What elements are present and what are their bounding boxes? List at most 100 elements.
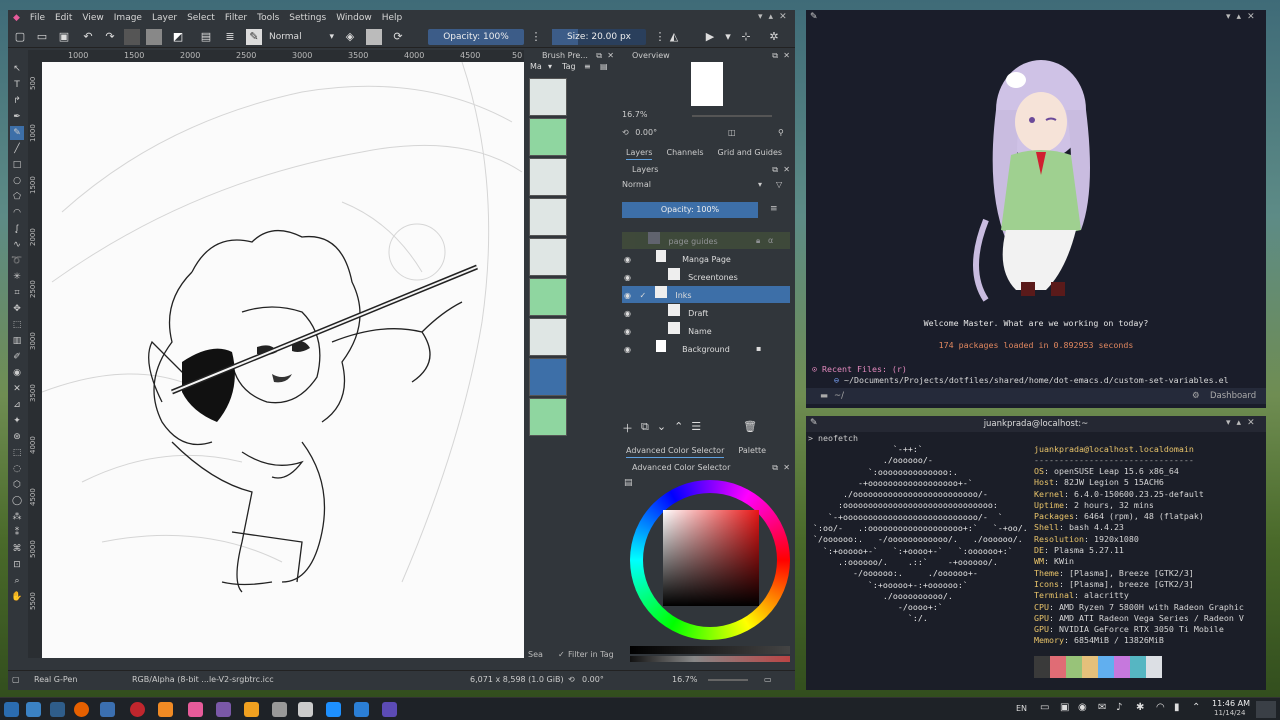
brush-preset[interactable] [529, 158, 567, 196]
open-folder-icon[interactable]: ▭ [34, 29, 50, 45]
app-red-icon[interactable] [130, 702, 145, 717]
alpha-lock-icon[interactable] [366, 29, 382, 45]
calligraphy-icon[interactable]: ✒ [10, 110, 24, 124]
printer-icon[interactable]: ▭ [1040, 702, 1049, 713]
text-tool-icon[interactable]: T [10, 78, 24, 92]
gradient-swatch[interactable] [124, 29, 140, 45]
zoom-tool-icon[interactable]: ⌕ [10, 574, 24, 588]
brush-search-input[interactable]: Sea [528, 650, 543, 659]
keyboard-layout[interactable]: EN [1016, 704, 1027, 713]
move-down-icon[interactable]: ⌄ [657, 420, 666, 434]
filter-icon[interactable]: ▽ [776, 180, 782, 189]
fill-icon[interactable]: ▤ [198, 29, 214, 45]
select-contiguous-icon[interactable]: ⁂ [10, 510, 24, 524]
mirror-vertical-icon[interactable]: ▶ [702, 29, 718, 45]
firefox-icon[interactable] [74, 702, 89, 717]
close-icon[interactable]: ✕ [783, 164, 790, 176]
select-bezier-icon[interactable]: ⌘ [10, 542, 24, 556]
menu-item[interactable]: Settings [284, 13, 331, 23]
wifi-icon[interactable]: ◠ [1156, 702, 1165, 713]
blend-mode-select[interactable]: Normal ▾ [266, 30, 336, 44]
color-history-bar[interactable] [630, 646, 790, 654]
tag-icon[interactable]: ▾ [548, 62, 552, 71]
rotation-value[interactable]: 0.00° [635, 128, 657, 137]
freehand-path-icon[interactable]: ∿ [10, 238, 24, 252]
menu-item[interactable]: Help [377, 13, 408, 23]
select-ellipse-icon[interactable]: ◌ [10, 462, 24, 476]
tab-layers[interactable]: Layers [626, 148, 653, 160]
bluetooth-icon[interactable]: ✱ [1136, 702, 1144, 713]
duplicate-layer-icon[interactable]: ⧉ [641, 420, 649, 434]
terminal-task-icon[interactable] [382, 702, 397, 717]
status-zoom-slider[interactable] [708, 679, 748, 681]
opacity-spin-icon[interactable]: ⋮ [528, 29, 544, 45]
brush-preset[interactable] [529, 198, 567, 236]
color-picker-icon[interactable]: ✐ [10, 350, 24, 364]
pan-tool-icon[interactable]: ✋ [10, 590, 24, 604]
brush-filter-select[interactable]: Ma [530, 62, 542, 71]
select-similar-icon[interactable]: ⁑ [10, 526, 24, 540]
float-icon[interactable]: ⧉ [772, 164, 778, 176]
save-icon[interactable]: ▣ [56, 29, 72, 45]
menu-item[interactable]: File [25, 13, 50, 23]
maximize-icon[interactable]: ▴ [1237, 12, 1242, 22]
gradient-tool-icon[interactable]: ▥ [10, 334, 24, 348]
tab-grid-guides[interactable]: Grid and Guides [718, 148, 783, 160]
saturation-value-square[interactable] [663, 510, 759, 606]
menu-icon[interactable]: ≡ [584, 62, 591, 71]
expand-tray-icon[interactable]: ⌃ [1192, 702, 1200, 713]
tab-palette[interactable]: Palette [738, 446, 766, 458]
status-color-space[interactable]: RGB/Alpha (8-bit ...le-V2-srgbtrc.icc [132, 675, 274, 684]
menu-item[interactable]: Image [109, 13, 147, 23]
recent-file-item[interactable]: ⊖ ~/Documents/Projects/dotfiles/shared/h… [834, 375, 1229, 386]
menu-item[interactable]: Filter [220, 13, 252, 23]
layer-row[interactable]: ◉ Background ▪ [622, 340, 790, 357]
brush-preset-icon[interactable]: ✎ [246, 29, 262, 45]
measure-tool-icon[interactable]: ⊿ [10, 398, 24, 412]
checkbox-icon[interactable]: ✓ [558, 650, 565, 659]
select-polygon-icon[interactable]: ⬡ [10, 478, 24, 492]
select-shape-icon[interactable]: ↖ [10, 62, 24, 76]
tab-advanced-color[interactable]: Advanced Color Selector [626, 446, 725, 458]
brush-preset[interactable] [529, 78, 567, 116]
lock-icon[interactable]: 🔒︎ [756, 232, 760, 249]
crop-tool-icon[interactable]: ⌗ [10, 286, 24, 300]
select-freehand-icon[interactable]: ◯ [10, 494, 24, 508]
mirror-horizontal-icon[interactable]: ◭ [666, 29, 682, 45]
tag-label[interactable]: Tag [562, 62, 576, 71]
layer-properties-icon[interactable]: ☰ [691, 420, 701, 434]
color-settings-icon[interactable]: ▤ [624, 478, 633, 488]
float-icon[interactable]: ⧉ [772, 50, 778, 62]
multibrush-icon[interactable]: ✳ [10, 270, 24, 284]
mirror-dropdown-icon[interactable]: ▾ [720, 29, 736, 45]
desktop-icon[interactable] [26, 702, 41, 717]
filter-in-tag-label[interactable]: Filter in Tag [568, 650, 614, 659]
maximize-icon[interactable]: ▴ [1237, 418, 1242, 428]
close-icon[interactable]: ✕ [1247, 12, 1255, 22]
krita-icon[interactable] [188, 702, 203, 717]
layer-opacity-slider[interactable]: Opacity: 100% [622, 202, 758, 218]
notifications-icon[interactable]: ✉ [1098, 702, 1106, 713]
status-zoom[interactable]: 16.7% [672, 675, 697, 684]
menu-item[interactable]: Tools [252, 13, 284, 23]
minimize-icon[interactable]: ▾ [1226, 12, 1231, 22]
minimize-icon[interactable]: ▾ [1226, 418, 1231, 428]
fill-tool-icon[interactable]: ◉ [10, 366, 24, 380]
layer-blend-select[interactable]: Normal ▾ ▽ [622, 180, 790, 192]
blender-icon[interactable] [158, 702, 173, 717]
menu-item[interactable]: Layer [147, 13, 182, 23]
eraser-icon[interactable]: ◈ [342, 29, 358, 45]
wrap-around-icon[interactable]: ⊹ [738, 29, 754, 45]
app-launcher-icon[interactable] [4, 702, 19, 717]
bezier-tool-icon[interactable]: ᶘ [10, 222, 24, 236]
undo-icon[interactable]: ↶ [80, 29, 96, 45]
eye-icon[interactable]: ◉ [624, 273, 631, 282]
close-icon[interactable]: ✕ [779, 12, 787, 22]
drawing-canvas[interactable] [41, 61, 524, 658]
layer-options-icon[interactable]: ≡ [770, 204, 778, 214]
rotate-icon[interactable]: ⟲ [568, 675, 575, 684]
transform-tool-icon[interactable]: ⬚ [10, 318, 24, 332]
move-tool-icon[interactable]: ✥ [10, 302, 24, 316]
ellipse-tool-icon[interactable]: ○ [10, 174, 24, 188]
brush-preset[interactable] [529, 398, 567, 436]
